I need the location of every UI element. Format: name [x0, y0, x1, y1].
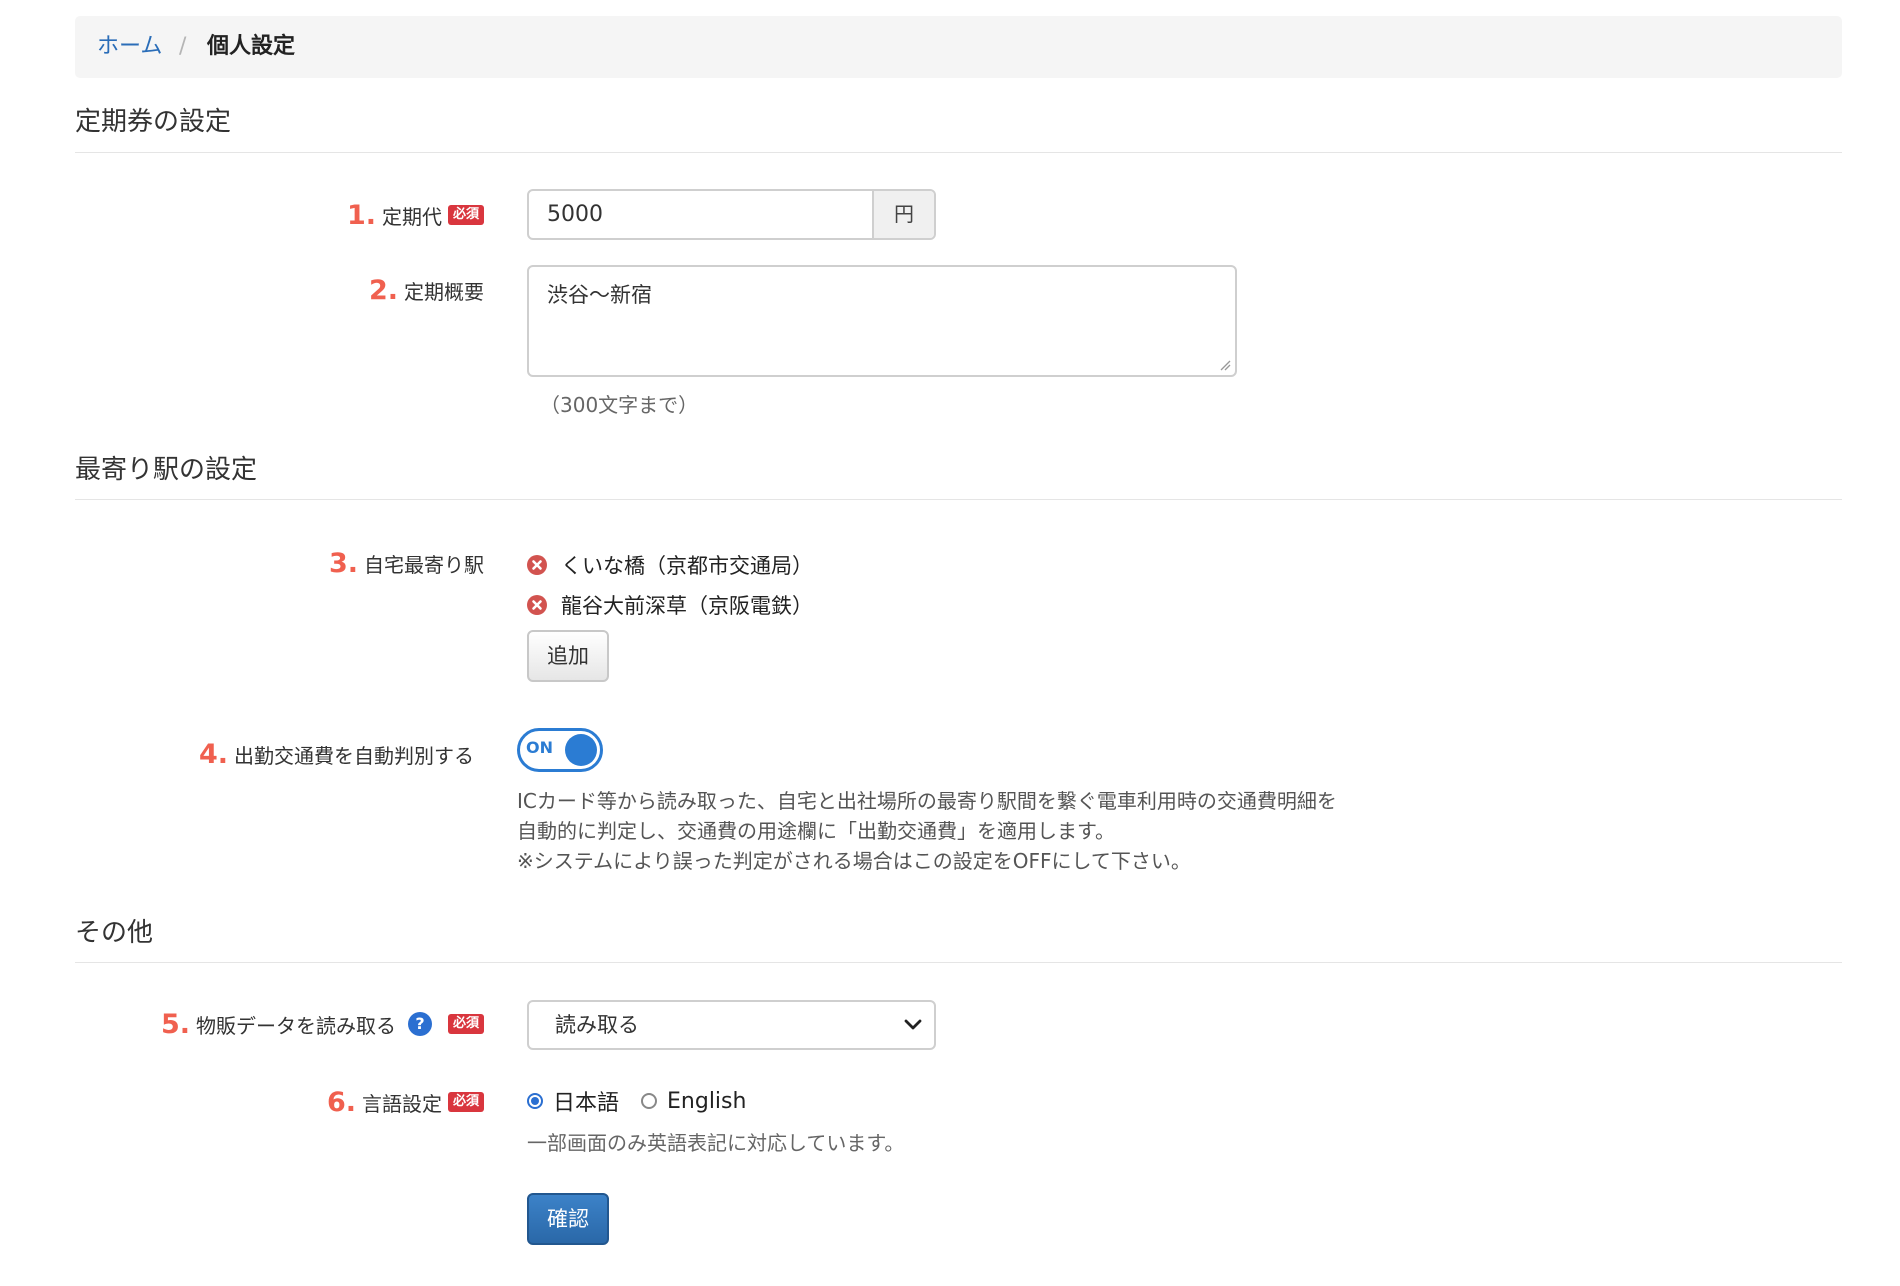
resize-grip-icon[interactable] [1219, 359, 1231, 371]
sales-data-selected-value: 読み取る [555, 1013, 639, 1037]
sales-data-select[interactable]: 読み取る [527, 1000, 936, 1050]
station-name: 龍谷大前深草（京阪電鉄） [561, 594, 813, 618]
currency-unit: 円 [872, 191, 934, 238]
field-label-auto-commute: 4. 出勤交通費を自動判別する [199, 736, 474, 772]
station-name: くいな橋（京都市交通局） [561, 554, 813, 578]
breadcrumb-home-link[interactable]: ホーム [97, 34, 162, 60]
field-label-home-station: 3. 自宅最寄り駅 [329, 545, 484, 581]
station-item: 龍谷大前深草（京阪電鉄） [527, 590, 813, 620]
language-option-label[interactable]: 日本語 [553, 1085, 619, 1117]
section-divider [75, 152, 1842, 153]
section-title-nearest-station: 最寄り駅の設定 [75, 455, 258, 485]
confirm-button[interactable]: 確認 [527, 1193, 609, 1245]
auto-commute-toggle[interactable]: ON [517, 728, 603, 772]
field-number: 4. [198, 738, 228, 770]
field-number: 5. [160, 1008, 190, 1040]
pass-cost-input-group: 5000 円 [527, 189, 936, 240]
add-station-button[interactable]: 追加 [527, 630, 609, 682]
section-title-other: その他 [75, 918, 154, 948]
language-option-label[interactable]: English [667, 1089, 746, 1114]
breadcrumb-separator: / [179, 34, 187, 59]
section-title-commuter-pass: 定期券の設定 [75, 107, 232, 137]
field-number: 6. [326, 1086, 356, 1118]
field-label: 定期代 [381, 204, 442, 229]
pass-summary-textarea[interactable]: 渋谷〜新宿 [527, 265, 1237, 377]
field-label: 定期概要 [404, 279, 484, 304]
required-badge: 必須 [447, 205, 484, 225]
section-divider [75, 499, 1842, 500]
field-number: 3. [328, 547, 358, 579]
settings-page: ホーム / 個人設定 定期券の設定 1. 定期代 必須 5000 円 2. 定期… [0, 0, 1900, 1286]
language-help: 一部画面のみ英語表記に対応しています。 [527, 1131, 905, 1155]
pass-cost-input[interactable]: 5000 [529, 191, 872, 238]
required-badge: 必須 [447, 1092, 484, 1112]
breadcrumb: ホーム / 個人設定 [75, 16, 1842, 78]
remove-station-icon[interactable] [527, 555, 547, 575]
language-radio-group: 日本語 English [527, 1085, 746, 1117]
station-item: くいな橋（京都市交通局） [527, 550, 813, 580]
breadcrumb-current: 個人設定 [207, 34, 296, 59]
field-label: 自宅最寄り駅 [364, 552, 484, 577]
auto-commute-description-3: ※システムにより誤った判定がされる場合はこの設定をOFFにして下さい。 [517, 849, 1191, 873]
field-label: 出勤交通費を自動判別する [234, 743, 474, 768]
field-label-pass-summary: 2. 定期概要 [369, 272, 484, 308]
field-label-sales-data: 5. 物販データを読み取る ? 必須 [161, 1006, 484, 1042]
toggle-state-label: ON [526, 738, 553, 757]
auto-commute-description-2: 自動的に判定し、交通費の用途欄に「出勤交通費」を適用します。 [517, 819, 1115, 843]
field-label-pass-cost: 1. 定期代 必須 [347, 197, 484, 233]
field-number: 1. [346, 199, 376, 231]
auto-commute-description-1: ICカード等から読み取った、自宅と出社場所の最寄り駅間を繋ぐ電車利用時の交通費明… [517, 789, 1337, 813]
section-divider [75, 962, 1842, 963]
language-radio-japanese[interactable] [527, 1093, 543, 1109]
required-badge: 必須 [447, 1014, 484, 1034]
pass-summary-value: 渋谷〜新宿 [547, 283, 652, 307]
field-label: 言語設定 [361, 1091, 442, 1116]
chevron-down-icon [904, 1019, 922, 1030]
toggle-knob [565, 734, 597, 766]
field-number: 2. [368, 274, 398, 306]
help-icon[interactable]: ? [407, 1012, 432, 1036]
language-radio-english[interactable] [641, 1093, 658, 1109]
remove-station-icon[interactable] [527, 595, 547, 615]
field-label: 物販データを読み取る [195, 1013, 396, 1038]
field-label-language: 6. 言語設定 必須 [327, 1084, 484, 1120]
char-limit-help: （300文字まで） [540, 393, 699, 417]
